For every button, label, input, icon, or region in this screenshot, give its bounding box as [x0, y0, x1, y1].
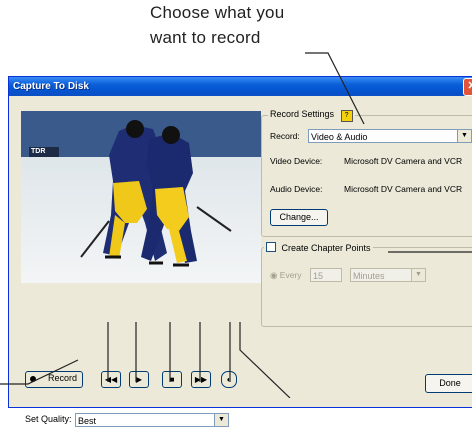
callout-line-1: Choose what you — [150, 3, 285, 22]
every-label: Every — [279, 270, 302, 280]
record-button-label: Record — [48, 373, 78, 383]
chevron-down-icon[interactable]: ▼ — [457, 130, 471, 142]
record-settings-title: Record Settings — [270, 109, 335, 119]
hockey-players-image — [80, 120, 232, 267]
help-icon[interactable]: ? — [340, 110, 353, 122]
record-type-label: Record: — [270, 131, 300, 141]
interval-unit-select[interactable]: Minutes ▼ — [350, 268, 426, 282]
close-icon[interactable]: ✕ — [463, 78, 472, 96]
fast-forward-button[interactable]: ▶▶ — [191, 371, 211, 388]
window-title: Capture To Disk — [13, 81, 89, 92]
record-settings-group: Record Settings ? Record: Video & Audio … — [261, 109, 472, 237]
rewind-icon: ◀◀ — [104, 375, 118, 384]
title-bar: Capture To Disk ✕ — [9, 77, 472, 96]
done-button[interactable]: Done — [425, 374, 472, 393]
chapter-points-group: Create Chapter Points ◉ Every 15 Minutes… — [261, 241, 472, 327]
record-dot-icon — [30, 376, 36, 382]
callout-line-2: want to record — [150, 28, 261, 47]
record-type-select[interactable]: Video & Audio ▼ — [308, 129, 472, 143]
stop-button[interactable]: ■ — [162, 371, 182, 388]
rewind-button[interactable]: ◀◀ — [101, 371, 121, 388]
interval-input[interactable]: 15 — [310, 268, 342, 282]
every-option: ◉ Every — [270, 270, 302, 281]
quality-select[interactable]: Best ▼ — [75, 413, 229, 427]
quality-value: Best — [78, 416, 97, 426]
stop-icon: ■ — [169, 375, 175, 384]
record-type-value: Video & Audio — [311, 132, 368, 142]
video-device-label: Video Device: — [270, 156, 323, 166]
chapter-points-legend: Create Chapter Points — [264, 241, 373, 253]
frame-step-icon: ◐ — [226, 375, 232, 384]
video-preview: TDR — [21, 111, 261, 283]
record-settings-legend: Record Settings ? — [268, 109, 355, 122]
radio-icon[interactable]: ◉ — [270, 270, 277, 280]
audio-device-label: Audio Device: — [270, 184, 323, 194]
audio-device-value: Microsoft DV Camera and VCR — [344, 184, 463, 194]
change-button[interactable]: Change... — [270, 209, 328, 226]
play-button[interactable]: ▶ — [129, 371, 149, 388]
interval-unit-value: Minutes — [353, 271, 385, 281]
interval-value: 15 — [313, 271, 324, 281]
chevron-down-icon[interactable]: ▼ — [214, 414, 228, 426]
chapter-points-label: Create Chapter Points — [281, 243, 371, 253]
frame-step-button[interactable]: ◐ — [221, 371, 237, 388]
chevron-down-icon[interactable]: ▼ — [411, 269, 425, 281]
capture-window: Capture To Disk ✕ TDR Record ◀◀ ▶ ■ ▶▶ ◐… — [8, 76, 472, 427]
record-button[interactable]: Record — [25, 371, 83, 388]
chapter-points-checkbox[interactable] — [266, 242, 276, 252]
fast-forward-icon: ▶▶ — [194, 375, 208, 384]
video-device-value: Microsoft DV Camera and VCR — [344, 156, 463, 166]
callout-text: Choose what you want to record — [150, 0, 350, 50]
play-icon: ▶ — [135, 375, 143, 384]
quality-label: Set Quality: — [25, 414, 72, 424]
